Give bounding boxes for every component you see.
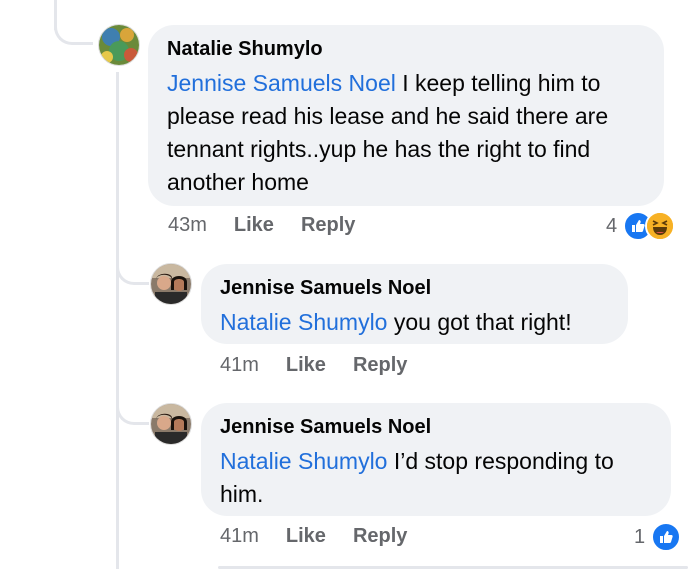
comment-bubble: Natalie Shumylo Jennise Samuels Noel I k… bbox=[148, 25, 664, 206]
mention-link[interactable]: Natalie Shumylo bbox=[220, 309, 387, 335]
comment-body: you got that right! bbox=[387, 309, 572, 335]
reaction-count: 4 bbox=[606, 214, 618, 237]
reply-button[interactable]: Reply bbox=[353, 354, 407, 377]
thread-line-main bbox=[116, 72, 119, 569]
thread-curve-reply-2 bbox=[116, 390, 149, 425]
reaction-count: 1 bbox=[634, 525, 646, 548]
mention-link[interactable]: Jennise Samuels Noel bbox=[167, 70, 396, 96]
thread-curve-reply-1 bbox=[116, 250, 149, 285]
like-button[interactable]: Like bbox=[234, 214, 274, 237]
comment-actions: 41m Like Reply bbox=[220, 354, 407, 377]
comment-text: Jennise Samuels Noel I keep telling him … bbox=[167, 67, 646, 199]
comment-author[interactable]: Jennise Samuels Noel bbox=[220, 415, 653, 439]
mention-link[interactable]: Natalie Shumylo bbox=[220, 448, 387, 474]
avatar-photo-image bbox=[151, 404, 191, 444]
thread-curve-top bbox=[54, 14, 93, 45]
comment-bubble: Jennise Samuels Noel Natalie Shumylo you… bbox=[201, 264, 628, 344]
avatar-painting-image bbox=[99, 25, 139, 65]
haha-reaction-icon bbox=[645, 211, 676, 241]
reply-button[interactable]: Reply bbox=[353, 525, 407, 548]
comment-timestamp[interactable]: 41m bbox=[220, 354, 259, 377]
avatar[interactable] bbox=[150, 403, 192, 445]
comment-author[interactable]: Natalie Shumylo bbox=[167, 37, 646, 61]
comment-author[interactable]: Jennise Samuels Noel bbox=[220, 276, 610, 300]
comment-text: Natalie Shumylo I’d stop responding to h… bbox=[220, 445, 653, 511]
like-button[interactable]: Like bbox=[286, 525, 326, 548]
avatar[interactable] bbox=[98, 24, 140, 66]
reaction-summary[interactable]: 4 bbox=[606, 211, 676, 241]
comment-actions: 43m Like Reply bbox=[168, 214, 355, 237]
reaction-summary[interactable]: 1 bbox=[634, 522, 682, 552]
comment-actions: 41m Like Reply bbox=[220, 525, 407, 548]
like-button[interactable]: Like bbox=[286, 354, 326, 377]
comment-bubble: Jennise Samuels Noel Natalie Shumylo I’d… bbox=[201, 403, 671, 516]
comment-timestamp[interactable]: 43m bbox=[168, 214, 207, 237]
comment-text: Natalie Shumylo you got that right! bbox=[220, 306, 610, 339]
like-reaction-icon bbox=[651, 522, 682, 552]
avatar-photo-image bbox=[151, 264, 191, 304]
comment-timestamp[interactable]: 41m bbox=[220, 525, 259, 548]
avatar[interactable] bbox=[150, 263, 192, 305]
reply-button[interactable]: Reply bbox=[301, 214, 355, 237]
